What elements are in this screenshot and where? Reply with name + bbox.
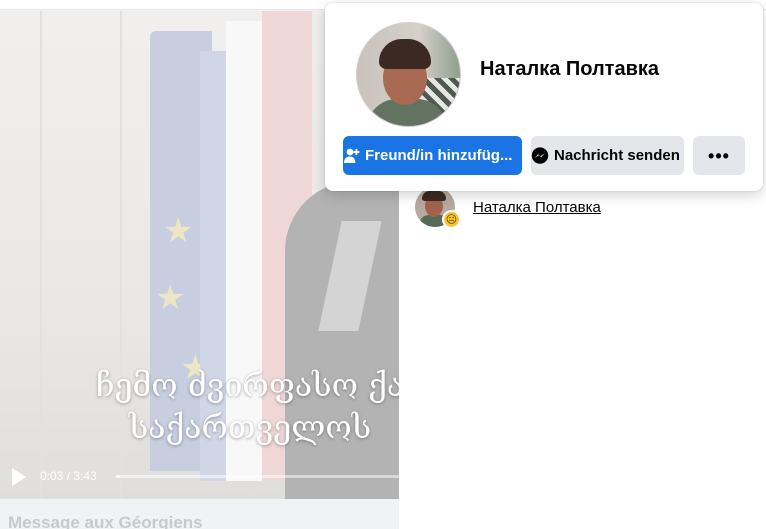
page: ★ ★ ★ ★ ჩემო ძვირფასო ქა საქართველოს 0:0… bbox=[0, 0, 766, 529]
add-friend-icon bbox=[344, 148, 360, 163]
video-progress-bar[interactable] bbox=[116, 475, 399, 478]
video-progress-fill bbox=[116, 475, 120, 478]
send-message-label: Nachricht senden bbox=[554, 147, 680, 164]
current-time: 0:03 bbox=[40, 469, 64, 483]
profile-name[interactable]: Наталка Полтавка bbox=[480, 58, 659, 81]
add-friend-label: Freund/in hinzufüg... bbox=[365, 147, 513, 164]
video-subtitle-line-1: ჩემო ძვირფასო ქა bbox=[95, 366, 399, 404]
profile-hover-card: Наталка Полтавка Freund/in hinzufüg... N… bbox=[325, 3, 763, 191]
add-friend-button[interactable]: Freund/in hinzufüg... bbox=[343, 136, 522, 175]
video-time: 0:03 / 3:43 bbox=[40, 469, 97, 483]
time-separator: / bbox=[66, 469, 71, 483]
video-duration: 3:43 bbox=[73, 469, 97, 483]
profile-avatar[interactable] bbox=[356, 22, 461, 127]
play-icon[interactable] bbox=[12, 468, 26, 486]
video-subtitle-line-2: საქართველოს bbox=[128, 408, 372, 446]
video-controls: 0:03 / 3:43 bbox=[0, 463, 399, 493]
list-item: ☹ Наталка Полтавка bbox=[415, 185, 755, 229]
sad-reaction-icon: ☹ bbox=[442, 210, 461, 229]
reactor-name-link[interactable]: Наталка Полтавка bbox=[473, 199, 601, 216]
send-message-button[interactable]: Nachricht senden bbox=[531, 136, 684, 175]
avatar-hair bbox=[422, 191, 446, 201]
video-title: Message aux Géorgiens bbox=[8, 513, 203, 529]
more-options-icon: ••• bbox=[708, 145, 730, 166]
more-options-button[interactable]: ••• bbox=[693, 136, 745, 175]
messenger-icon bbox=[531, 147, 549, 164]
post-caption: Message aux Géorgiens bbox=[0, 499, 399, 529]
